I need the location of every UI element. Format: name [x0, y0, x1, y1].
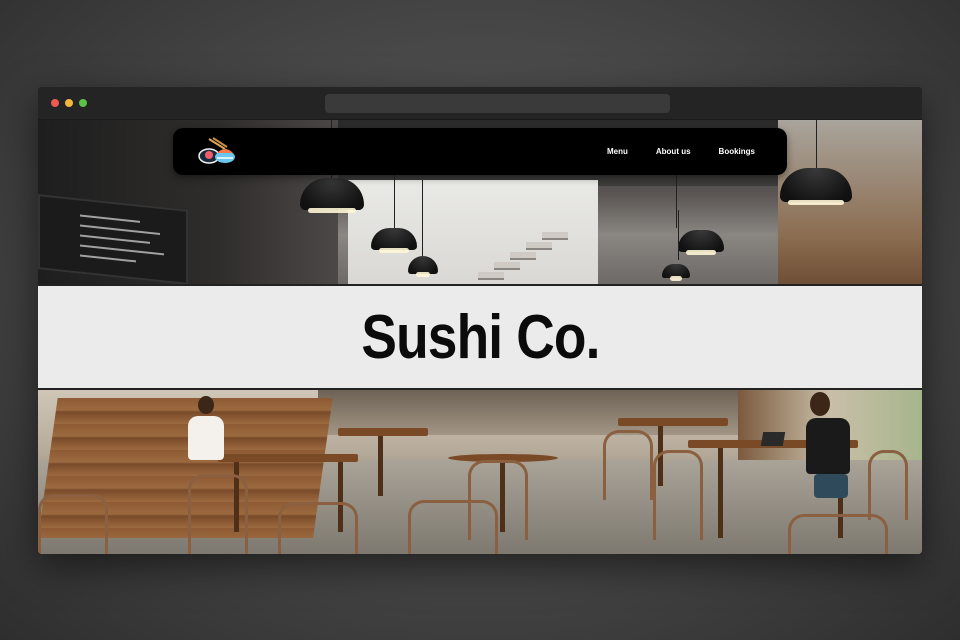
browser-window: Menu About us Bookings Sushi Co. [38, 87, 922, 554]
pendant-lamp [678, 230, 724, 255]
address-bar[interactable] [325, 94, 670, 113]
staircase [478, 220, 578, 284]
dining-table [618, 418, 728, 426]
browser-titlebar [38, 87, 922, 120]
site-navbar: Menu About us Bookings [173, 128, 787, 175]
pendant-lamp [662, 264, 690, 281]
nav-link-menu[interactable]: Menu [607, 147, 628, 156]
chalkboard-menu [38, 194, 188, 284]
hero-top-image: Menu About us Bookings [38, 120, 922, 284]
pendant-lamp [371, 228, 417, 253]
wooden-chair [868, 450, 908, 520]
title-band: Sushi Co. [38, 284, 922, 390]
maximize-window-button[interactable] [79, 99, 87, 107]
site-title: Sushi Co. [360, 302, 600, 372]
wooden-chair [468, 460, 528, 540]
wooden-chair [38, 494, 108, 554]
close-window-button[interactable] [51, 99, 59, 107]
page-viewport: Menu About us Bookings Sushi Co. [38, 120, 922, 554]
dining-table [218, 454, 358, 462]
nav-link-bookings[interactable]: Bookings [719, 147, 755, 156]
wooden-chair [788, 514, 888, 554]
person-customer [802, 392, 872, 512]
laptop [760, 432, 786, 446]
nav-links: Menu About us Bookings [607, 128, 755, 175]
hero-bottom-image [38, 390, 922, 554]
minimize-window-button[interactable] [65, 99, 73, 107]
wooden-chair [188, 474, 248, 554]
wooden-chair [653, 450, 703, 540]
person-waitress [186, 390, 226, 480]
wooden-chair [603, 430, 653, 500]
pendant-lamp [780, 168, 852, 205]
wooden-chair [278, 502, 358, 554]
sushi-logo-icon[interactable] [195, 137, 239, 167]
nav-link-about-us[interactable]: About us [656, 147, 691, 156]
dining-table [338, 428, 428, 436]
